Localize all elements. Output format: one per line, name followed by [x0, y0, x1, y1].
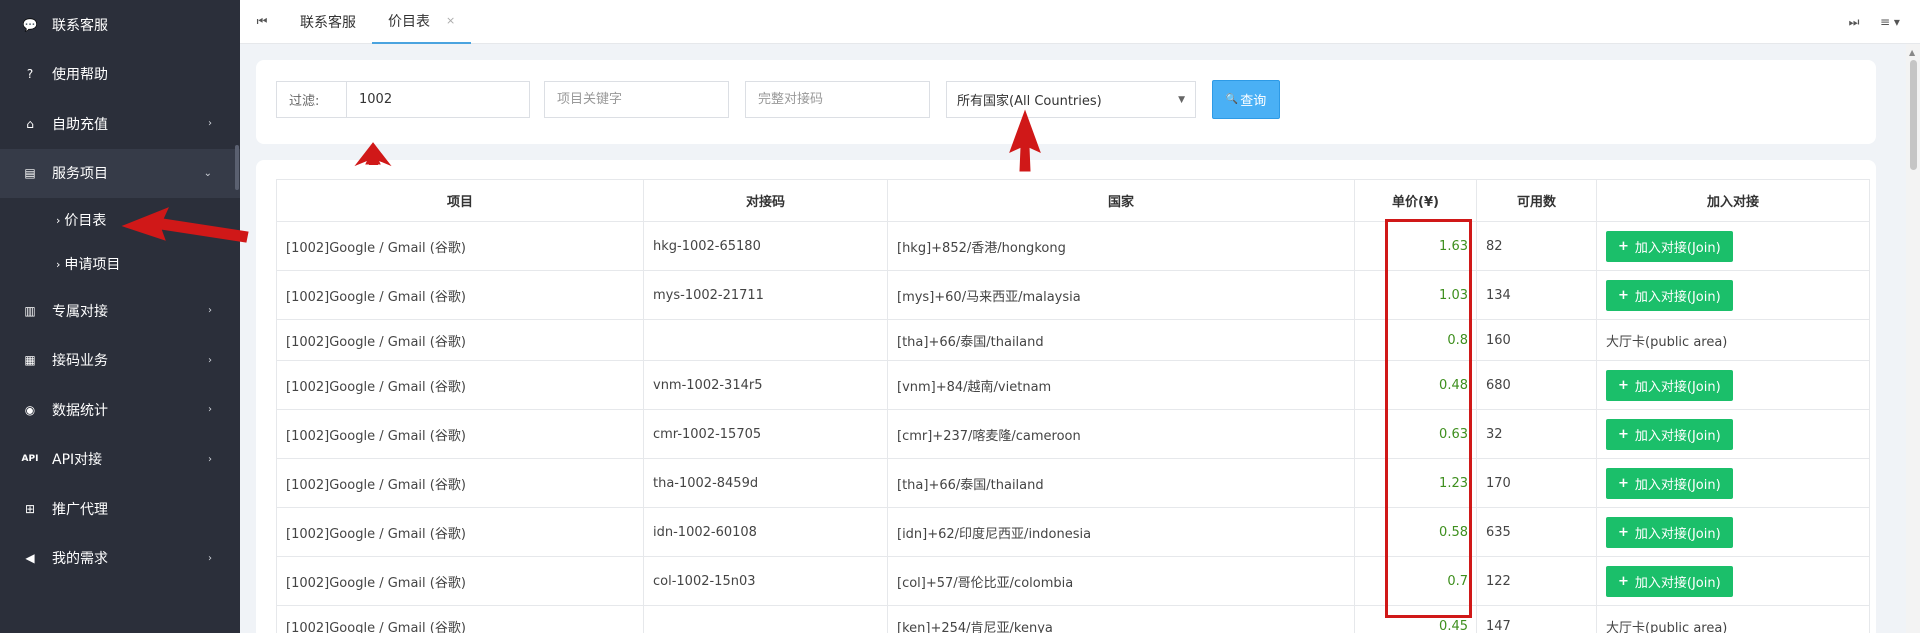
arrow-shaft	[369, 157, 378, 165]
scroll-up-icon[interactable]: ▲	[1909, 48, 1915, 57]
scrollbar-thumb[interactable]	[1910, 60, 1917, 170]
arrow-up-icon	[1009, 109, 1041, 172]
page-scrollbar[interactable]: ▲	[1906, 44, 1920, 633]
arrow-left-icon	[121, 207, 249, 243]
annotation-arrows	[121, 109, 1041, 243]
